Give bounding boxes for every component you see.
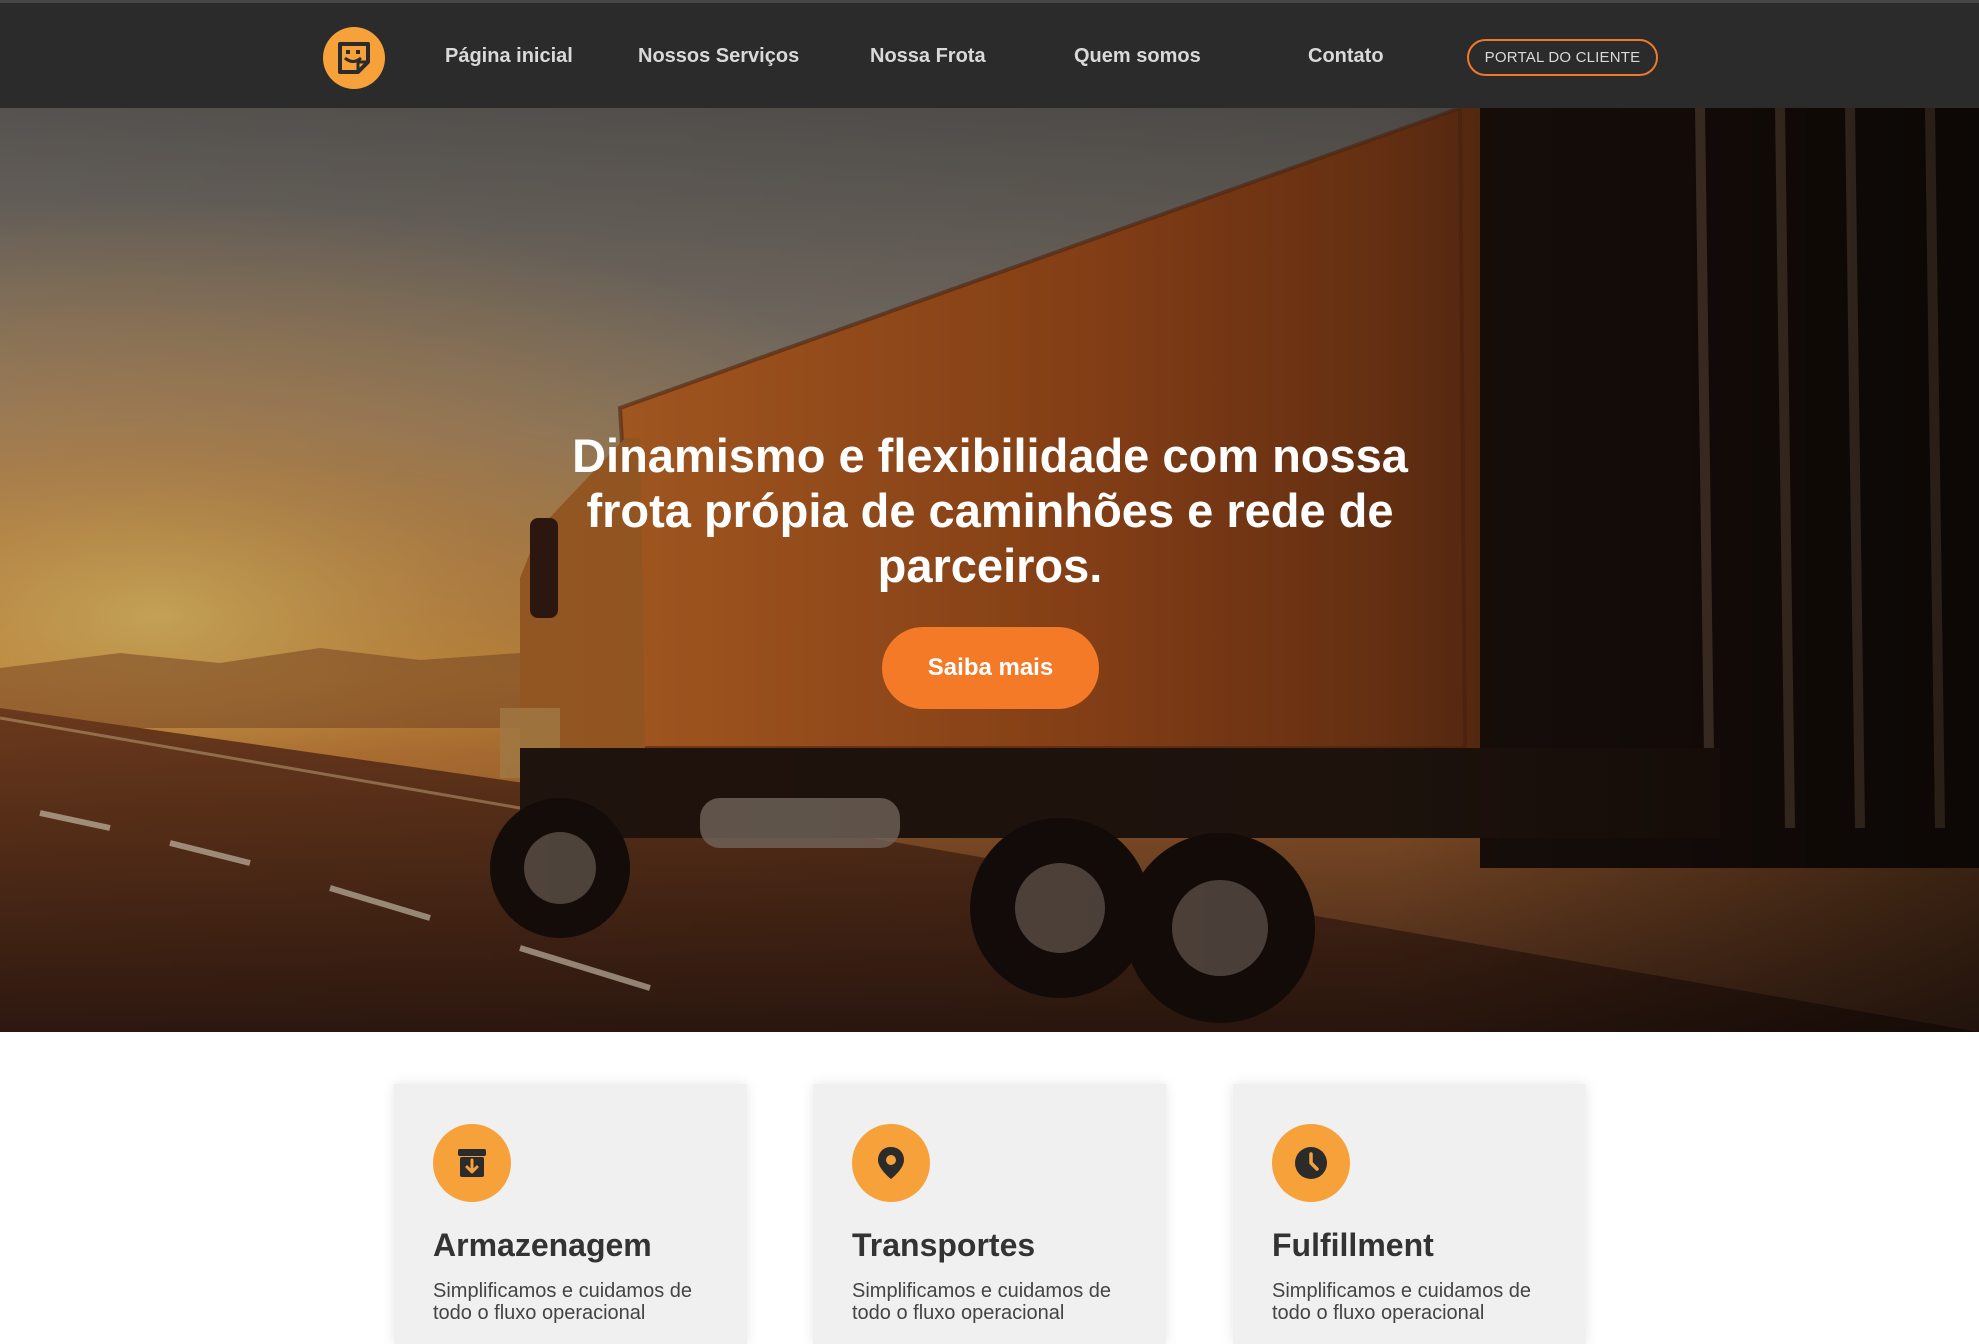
hero-title: Dinamismo e flexibilidade com nossa frot… (572, 429, 1408, 592)
service-description: Simplificamos e cuidamos de todo o fluxo… (433, 1280, 692, 1324)
sticky-note-smile-icon (338, 42, 370, 74)
service-title: Armazenagem (433, 1227, 652, 1263)
nav-services[interactable]: Nossos Serviços (638, 45, 799, 68)
service-card-storage[interactable]: Armazenagem Simplificamos e cuidamos de … (394, 1084, 747, 1344)
client-portal-button[interactable]: PORTAL DO CLIENTE (1467, 39, 1658, 76)
clock-icon (1272, 1124, 1350, 1202)
service-title: Transportes (852, 1227, 1036, 1263)
logo[interactable] (323, 27, 385, 89)
nav-fleet[interactable]: Nossa Frota (870, 45, 986, 68)
map-pin-icon (852, 1124, 930, 1202)
service-card-fulfillment[interactable]: Fulfillment Simplificamos e cuidamos de … (1233, 1084, 1586, 1344)
hero-banner: Dinamismo e flexibilidade com nossa frot… (0, 108, 1979, 1032)
nav-about[interactable]: Quem somos (1074, 45, 1201, 68)
site-header: Página inicial Nossos Serviços Nossa Fro… (0, 0, 1979, 108)
learn-more-button[interactable]: Saiba mais (882, 627, 1099, 709)
archive-download-icon (433, 1124, 511, 1202)
nav-contact[interactable]: Contato (1308, 45, 1384, 68)
service-description: Simplificamos e cuidamos de todo o fluxo… (1272, 1280, 1531, 1324)
nav-home[interactable]: Página inicial (445, 45, 573, 68)
service-title: Fulfillment (1272, 1227, 1434, 1263)
service-card-transport[interactable]: Transportes Simplificamos e cuidamos de … (813, 1084, 1166, 1344)
service-description: Simplificamos e cuidamos de todo o fluxo… (852, 1280, 1111, 1324)
